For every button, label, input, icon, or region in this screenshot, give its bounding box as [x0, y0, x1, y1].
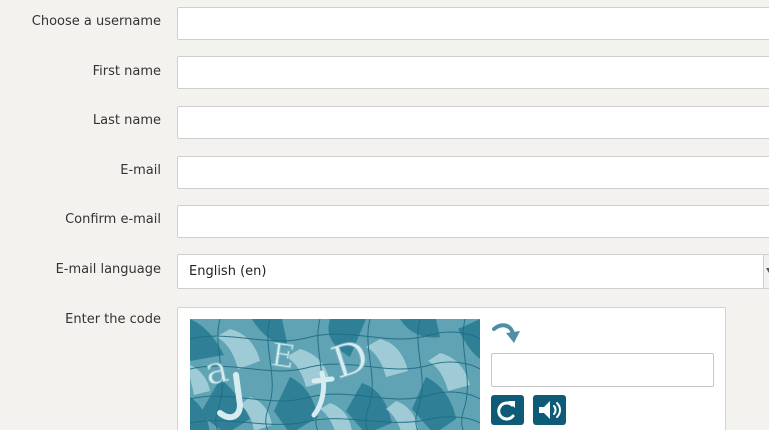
email-language-value: English (en)	[189, 264, 267, 279]
last-name-label: Last name	[92, 113, 161, 128]
first-name-label: First name	[92, 64, 161, 79]
email-label: E-mail	[120, 163, 161, 178]
username-label: Choose a username	[31, 14, 161, 29]
captcha-label: Enter the code	[65, 312, 161, 327]
confirm-email-label: Confirm e-mail	[65, 212, 161, 227]
speaker-icon	[539, 401, 561, 419]
captcha-image: a E D	[190, 319, 480, 430]
email-field[interactable]	[177, 156, 769, 189]
reload-arrow-icon[interactable]	[491, 319, 521, 349]
refresh-captcha-button[interactable]	[491, 395, 524, 425]
captcha-input[interactable]	[491, 353, 714, 387]
confirm-email-field[interactable]	[177, 205, 769, 238]
registration-form: Choose a username First name Last name E…	[0, 0, 769, 430]
last-name-field[interactable]	[177, 106, 769, 139]
chevron-down-icon[interactable]	[763, 254, 769, 289]
username-field[interactable]	[177, 7, 769, 40]
email-language-label: E-mail language	[55, 262, 161, 277]
captcha-panel: a E D	[177, 307, 726, 430]
first-name-field[interactable]	[177, 56, 769, 89]
audio-captcha-button[interactable]	[533, 395, 566, 425]
refresh-icon	[497, 401, 515, 421]
captcha-pattern: a E D	[190, 319, 480, 430]
email-language-select[interactable]: English (en)	[177, 254, 769, 289]
